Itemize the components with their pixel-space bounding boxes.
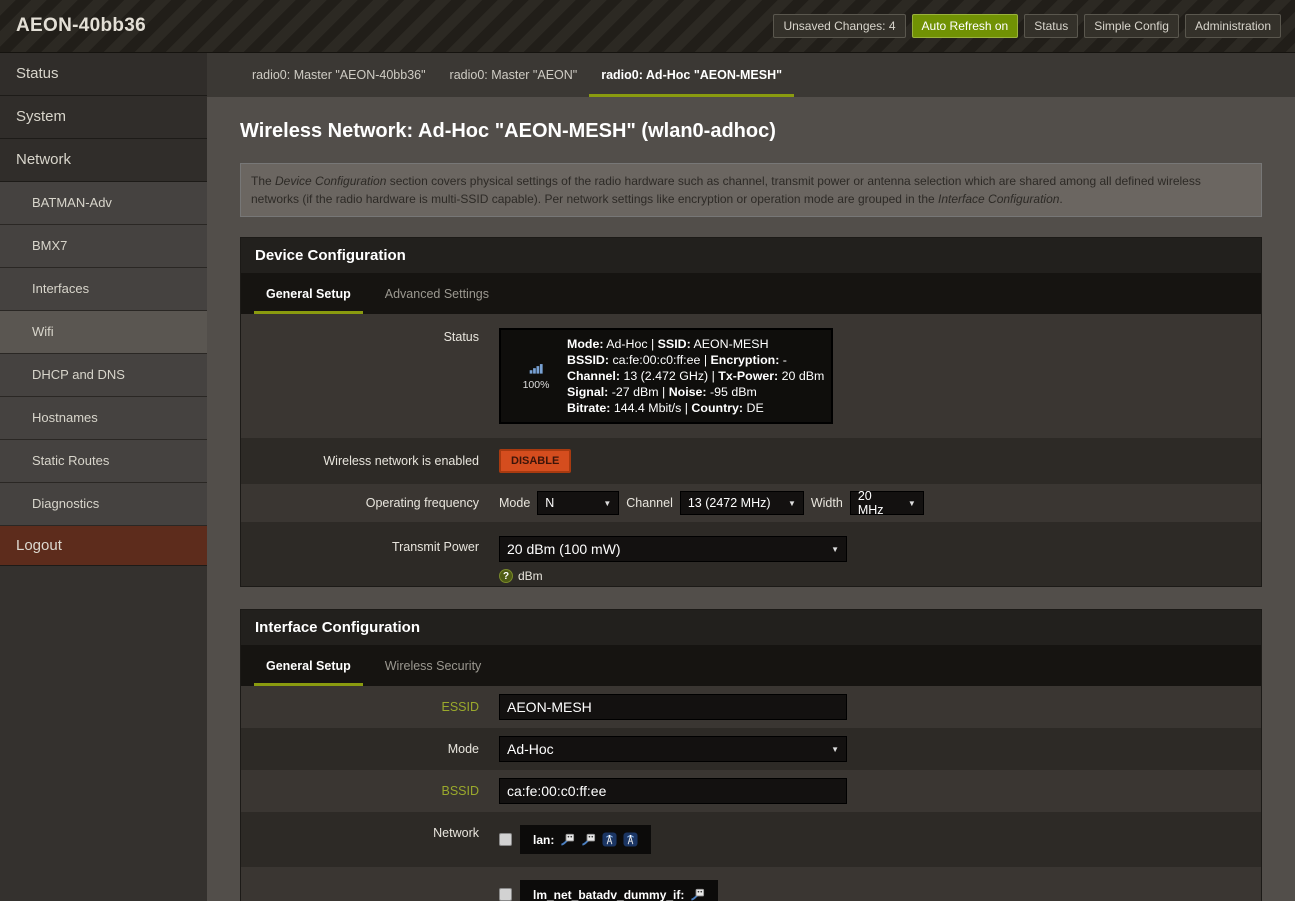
freq-channel-label: Channel	[626, 496, 673, 510]
sidebar-item-batman-adv[interactable]: BATMAN-Adv	[0, 182, 207, 225]
txpower-row: Transmit Power 20 dBm (100 mW)▼ ? dBm	[241, 522, 1261, 586]
sidebar-item-network[interactable]: Network	[0, 139, 207, 182]
interface-configuration-legend: Interface Configuration	[241, 610, 1261, 645]
bssid-row: BSSID	[241, 770, 1261, 812]
sidebar-item-hostnames[interactable]: Hostnames	[0, 397, 207, 440]
freq-mode-select[interactable]: N▼	[537, 491, 619, 515]
tab-general-setup-iface[interactable]: General Setup	[254, 645, 363, 686]
sidebar-item-wifi[interactable]: Wifi	[0, 311, 207, 354]
freq-width-label: Width	[811, 496, 843, 510]
essid-label: ESSID	[241, 700, 491, 714]
network-row-lan: Network lan:	[241, 812, 1261, 867]
help-icon: ?	[499, 569, 513, 583]
sidebar-item-logout[interactable]: Logout	[0, 526, 207, 566]
txpower-select[interactable]: 20 dBm (100 mW)▼	[499, 536, 847, 562]
header-buttons: Unsaved Changes: 4 Auto Refresh on Statu…	[773, 14, 1281, 38]
essid-row: ESSID	[241, 686, 1261, 728]
mode-row: Mode Ad-Hoc▼	[241, 728, 1261, 770]
interface-config-tabs: General Setup Wireless Security	[241, 645, 1261, 686]
sidebar-item-system[interactable]: System	[0, 96, 207, 139]
sidebar-item-diagnostics[interactable]: Diagnostics	[0, 483, 207, 526]
mode-select[interactable]: Ad-Hoc▼	[499, 736, 847, 762]
tab-radio0-master-aeon[interactable]: radio0: Master "AEON"	[438, 53, 590, 97]
status-label: Status	[241, 314, 491, 438]
tab-radio0-adhoc-aeon-mesh[interactable]: radio0: Ad-Hoc "AEON-MESH"	[589, 53, 794, 97]
chevron-down-icon: ▼	[603, 499, 611, 508]
interface-configuration-section: Interface Configuration General Setup Wi…	[240, 609, 1262, 901]
freq-width-select[interactable]: 20 MHz▼	[850, 491, 924, 515]
signal-percent: 100%	[523, 379, 550, 391]
sidebar-item-interfaces[interactable]: Interfaces	[0, 268, 207, 311]
status-line: Mode: Ad-Hoc | SSID: AEON-MESH	[567, 336, 824, 352]
sidebar-item-status[interactable]: Status	[0, 53, 207, 96]
network-label: Network	[241, 817, 491, 862]
sidebar-item-static-routes[interactable]: Static Routes	[0, 440, 207, 483]
frequency-row: Operating frequency Mode N▼ Channel 13 (…	[241, 484, 1261, 522]
tab-advanced-settings[interactable]: Advanced Settings	[373, 273, 501, 314]
essid-input[interactable]	[499, 694, 847, 720]
administration-button[interactable]: Administration	[1185, 14, 1281, 38]
enabled-label: Wireless network is enabled	[241, 454, 491, 468]
network-row-batadv-dummy: lm_net_batadv_dummy_if:	[241, 867, 1261, 901]
wifi-antenna-icon	[602, 832, 617, 847]
disable-button[interactable]: DISABLE	[499, 449, 571, 473]
wifi-antenna-icon	[623, 832, 638, 847]
device-config-tabs: General Setup Advanced Settings	[241, 273, 1261, 314]
tab-wireless-security[interactable]: Wireless Security	[373, 645, 494, 686]
tab-radio0-master-aeon-40bb36[interactable]: radio0: Master "AEON-40bb36"	[240, 53, 438, 97]
ethernet-icon	[560, 832, 575, 847]
page-title: Wireless Network: Ad-Hoc "AEON-MESH" (wl…	[240, 120, 1262, 143]
description-notice: The Device Configuration section covers …	[240, 163, 1262, 217]
simple-config-button[interactable]: Simple Config	[1084, 14, 1179, 38]
status-line: Channel: 13 (2.472 GHz) | Tx-Power: 20 d…	[567, 368, 824, 384]
txpower-help: ? dBm	[499, 569, 847, 583]
chevron-down-icon: ▼	[788, 499, 796, 508]
enabled-row: Wireless network is enabled DISABLE	[241, 438, 1261, 484]
network-lan-checkbox[interactable]	[499, 833, 512, 846]
network-batadv-dummy-pill: lm_net_batadv_dummy_if:	[520, 880, 718, 901]
device-configuration-section: Device Configuration General Setup Advan…	[240, 237, 1262, 587]
sidebar: Status System Network BATMAN-Adv BMX7 In…	[0, 53, 207, 901]
status-view-button[interactable]: Status	[1024, 14, 1078, 38]
wireless-status-box: 100% Mode: Ad-Hoc | SSID: AEON-MESH BSSI…	[499, 328, 833, 424]
network-lan-pill: lan:	[520, 825, 651, 854]
freq-channel-select[interactable]: 13 (2472 MHz)▼	[680, 491, 804, 515]
hostname-title: AEON-40bb36	[0, 15, 146, 37]
radio-tabbar: radio0: Master "AEON-40bb36" radio0: Mas…	[207, 53, 1295, 97]
chevron-down-icon: ▼	[831, 745, 839, 754]
txpower-label: Transmit Power	[241, 528, 491, 586]
ethernet-icon	[690, 887, 705, 901]
ethernet-icon	[581, 832, 596, 847]
mode-label: Mode	[241, 742, 491, 756]
status-line: Bitrate: 144.4 Mbit/s | Country: DE	[567, 400, 824, 416]
main-area: radio0: Master "AEON-40bb36" radio0: Mas…	[207, 53, 1295, 901]
content: Wireless Network: Ad-Hoc "AEON-MESH" (wl…	[207, 97, 1295, 901]
sidebar-item-dhcp-dns[interactable]: DHCP and DNS	[0, 354, 207, 397]
header: AEON-40bb36 Unsaved Changes: 4 Auto Refr…	[0, 0, 1295, 53]
auto-refresh-button[interactable]: Auto Refresh on	[912, 14, 1019, 38]
signal-bars-icon	[529, 361, 544, 376]
bssid-label: BSSID	[241, 784, 491, 798]
unsaved-changes-button[interactable]: Unsaved Changes: 4	[773, 14, 905, 38]
tab-general-setup[interactable]: General Setup	[254, 273, 363, 314]
chevron-down-icon: ▼	[831, 545, 839, 554]
status-line: Signal: -27 dBm | Noise: -95 dBm	[567, 384, 824, 400]
status-line: BSSID: ca:fe:00:c0:ff:ee | Encryption: -	[567, 352, 824, 368]
chevron-down-icon: ▼	[908, 499, 916, 508]
signal-cell: 100%	[505, 336, 567, 416]
sidebar-item-bmx7[interactable]: BMX7	[0, 225, 207, 268]
freq-mode-label: Mode	[499, 496, 530, 510]
frequency-label: Operating frequency	[241, 496, 491, 510]
network-batadv-dummy-checkbox[interactable]	[499, 888, 512, 901]
bssid-input[interactable]	[499, 778, 847, 804]
device-configuration-legend: Device Configuration	[241, 238, 1261, 273]
status-row: Status 100%	[241, 314, 1261, 438]
status-lines: Mode: Ad-Hoc | SSID: AEON-MESH BSSID: ca…	[567, 336, 824, 416]
